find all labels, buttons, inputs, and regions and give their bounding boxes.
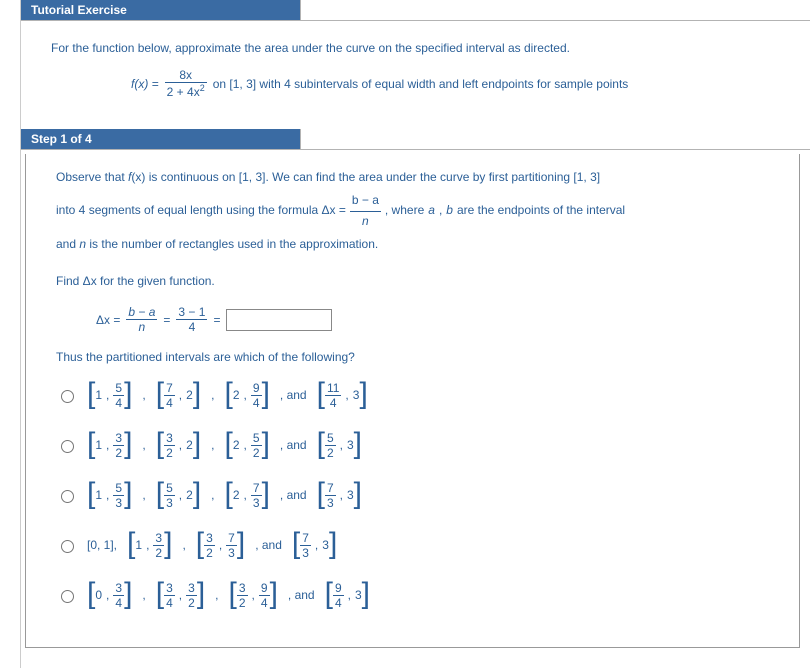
interval-pair: [1,54] xyxy=(87,380,132,410)
fx-label: f(x) = xyxy=(131,77,159,91)
function-fraction: 8x 2 + 4x2 xyxy=(165,68,207,99)
option-list: [1,54],[74,2],[2,94], and[114,3] [1,32],[… xyxy=(56,377,769,613)
interval-pair: [2,94] xyxy=(225,380,270,410)
observe-line2: into 4 segments of equal length using th… xyxy=(56,191,769,230)
problem-intro: For the function below, approximate the … xyxy=(51,39,780,58)
interval-pair: [2,73] xyxy=(225,480,270,510)
dx-equation: Δx = b − a n = 3 − 1 4 = xyxy=(96,305,769,334)
problem-block: For the function below, approximate the … xyxy=(21,25,810,129)
interval-pair: [52,3] xyxy=(317,430,362,460)
tutorial-header: Tutorial Exercise xyxy=(21,0,810,21)
interval-pair: [114,3] xyxy=(317,380,368,410)
interval-pair: [32,94] xyxy=(229,580,278,610)
thus-prompt: Thus the partitioned intervals are which… xyxy=(56,348,769,367)
function-expression: f(x) = 8x 2 + 4x2 on [1, 3] with 4 subin… xyxy=(131,68,780,99)
interval-pair: [53,2] xyxy=(156,480,201,510)
numeric-fraction: 3 − 1 4 xyxy=(176,305,207,334)
ba-over-n-fraction: b − a n xyxy=(350,191,381,230)
interval-pair: [73,3] xyxy=(292,530,337,560)
option-row: [0,34],[34,32],[32,94], and[94,3] xyxy=(56,577,769,613)
option-row: [1,32],[32,2],[2,52], and[52,3] xyxy=(56,427,769,463)
option-radio[interactable] xyxy=(61,440,74,453)
interval-pair: [1,53] xyxy=(87,480,132,510)
interval-pair: [34,32] xyxy=(156,580,205,610)
interval-pair: [1,32] xyxy=(127,530,172,560)
option-radio[interactable] xyxy=(61,490,74,503)
interval-pair: [32,2] xyxy=(156,430,201,460)
observe-line1: Observe that f(x) is continuous on [1, 3… xyxy=(56,168,769,187)
option-row: [0, 1],[1,32],[32,73], and[73,3] xyxy=(56,527,769,563)
ba-n-fraction: b − a n xyxy=(126,305,157,334)
interval-pair: [0,34] xyxy=(87,580,132,610)
find-dx-prompt: Find Δx for the given function. xyxy=(56,272,769,291)
interval-text: on [1, 3] with 4 subintervals of equal w… xyxy=(213,77,629,91)
observe-line3: and n is the number of rectangles used i… xyxy=(56,235,769,254)
option-row: [1,53],[53,2],[2,73], and[73,3] xyxy=(56,477,769,513)
tutorial-title: Tutorial Exercise xyxy=(21,0,301,20)
interval-pair: [2,52] xyxy=(225,430,270,460)
option-radio[interactable] xyxy=(61,390,74,403)
fn-denominator: 2 + 4x2 xyxy=(165,83,207,99)
answer-input[interactable] xyxy=(226,309,332,331)
option-row: [1,54],[74,2],[2,94], and[114,3] xyxy=(56,377,769,413)
step-header: Step 1 of 4 xyxy=(21,129,810,150)
interval-pair: [73,3] xyxy=(317,480,362,510)
dx-label: Δx = xyxy=(96,313,120,327)
option-radio[interactable] xyxy=(61,540,74,553)
fn-numerator: 8x xyxy=(165,68,207,83)
interval-pair: [74,2] xyxy=(156,380,201,410)
interval-pair: [32,73] xyxy=(196,530,245,560)
interval-pair: [1,32] xyxy=(87,430,132,460)
interval-pair: [94,3] xyxy=(325,580,370,610)
step-content: Observe that f(x) is continuous on [1, 3… xyxy=(25,154,800,648)
option-radio[interactable] xyxy=(61,590,74,603)
step-title: Step 1 of 4 xyxy=(21,129,301,149)
